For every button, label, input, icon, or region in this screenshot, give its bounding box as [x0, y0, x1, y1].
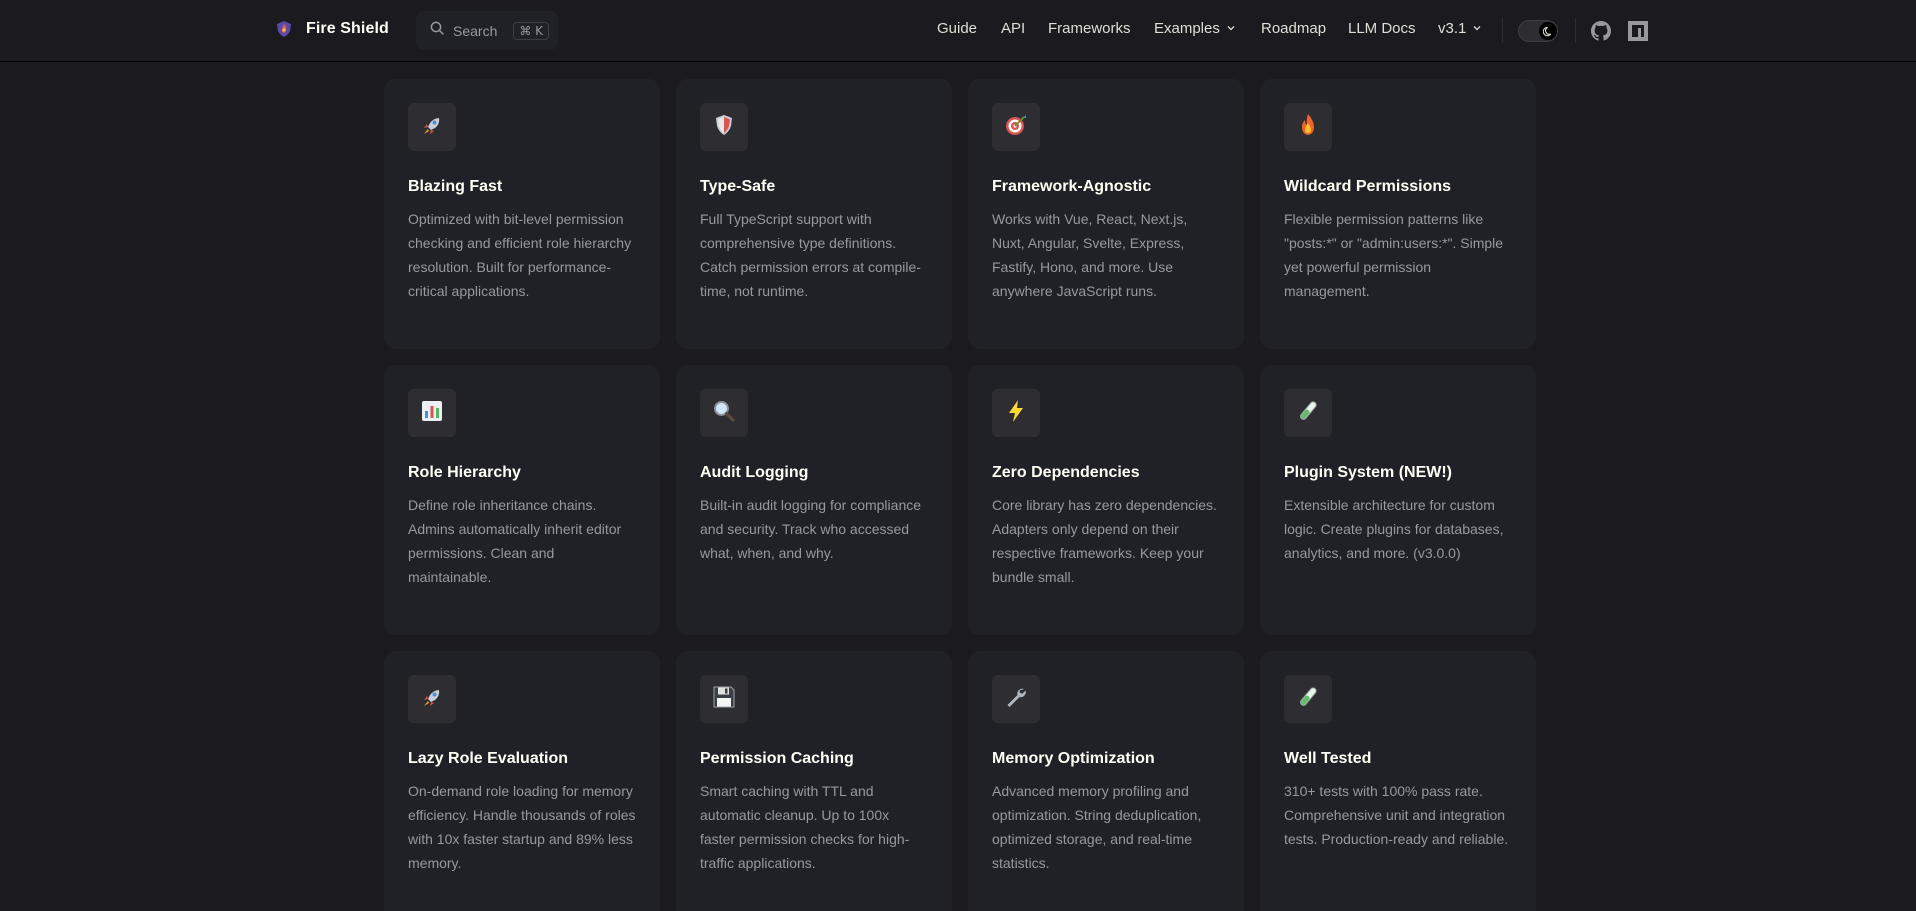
theme-toggle-switch[interactable] [1518, 20, 1558, 42]
nav-link-roadmap[interactable]: Roadmap [1261, 20, 1326, 37]
nav-divider [1575, 18, 1576, 43]
feature-card[interactable]: Plugin System (NEW!) Extensible architec… [1260, 365, 1536, 635]
search-label: Search [453, 22, 498, 39]
bar-chart-icon [419, 398, 445, 429]
feature-icon-box [992, 389, 1040, 437]
test-tube-icon [1295, 398, 1321, 429]
feature-card[interactable]: Wildcard Permissions Flexible permission… [1260, 79, 1536, 349]
feature-title: Well Tested [1284, 750, 1372, 767]
feature-title: Permission Caching [700, 750, 854, 767]
feature-description: Works with Vue, React, Next.js, Nuxt, An… [992, 211, 1188, 299]
feature-title: Role Hierarchy [408, 464, 521, 481]
nav-version-label: v3.1 [1438, 20, 1467, 37]
feature-card[interactable]: Memory Optimization Advanced memory prof… [968, 651, 1244, 911]
feature-title: Memory Optimization [992, 750, 1155, 767]
rocket-icon [419, 684, 445, 715]
feature-title: Plugin System (NEW!) [1284, 464, 1453, 481]
nav-link-guide[interactable]: Guide [937, 20, 977, 37]
feature-description: Smart caching with TTL and automatic cle… [700, 783, 910, 871]
feature-icon-box [408, 389, 456, 437]
feature-icon-box [992, 103, 1040, 151]
feature-card[interactable]: Role Hierarchy Define role inheritance c… [384, 365, 660, 635]
feature-card[interactable]: Lazy Role Evaluation On-demand role load… [384, 651, 660, 911]
feature-description: On-demand role loading for memory effici… [408, 783, 636, 871]
shield-icon [711, 112, 737, 143]
feature-description: Extensible architecture for custom logic… [1284, 497, 1504, 561]
fire-icon [1295, 112, 1321, 143]
search-shortcut-hint: ⌘ K [513, 21, 550, 40]
moon-icon [1539, 22, 1557, 40]
feature-description: 310+ tests with 100% pass rate. Comprehe… [1284, 783, 1509, 847]
top-navbar: Fire Shield Search ⌘ K Guide API Framewo… [0, 0, 1916, 62]
lightning-icon [1003, 398, 1029, 429]
feature-title: Zero Dependencies [992, 464, 1140, 481]
github-icon[interactable] [1589, 19, 1613, 43]
feature-title: Framework-Agnostic [992, 178, 1152, 195]
feature-description: Core library has zero dependencies. Adap… [992, 497, 1217, 585]
nav-link-frameworks[interactable]: Frameworks [1048, 20, 1131, 37]
page: Fire Shield Search ⌘ K Guide API Framewo… [0, 0, 1916, 911]
feature-description: Flexible permission patterns like "posts… [1284, 211, 1504, 299]
nav-examples-label: Examples [1154, 20, 1220, 37]
nav-dropdown-examples[interactable]: Examples [1154, 20, 1236, 37]
nav-link-api[interactable]: API [1001, 20, 1025, 37]
search-icon [430, 21, 444, 40]
feature-description: Optimized with bit-level permission chec… [408, 211, 632, 299]
feature-icon-box [700, 103, 748, 151]
npm-icon[interactable] [1626, 19, 1650, 43]
feature-card[interactable]: Well Tested 310+ tests with 100% pass ra… [1260, 651, 1536, 911]
feature-title: Lazy Role Evaluation [408, 750, 569, 767]
feature-card[interactable]: Framework-Agnostic Works with Vue, React… [968, 79, 1244, 349]
magnifier-icon [711, 398, 737, 429]
feature-title: Wildcard Permissions [1284, 178, 1452, 195]
rocket-icon [419, 112, 445, 143]
feature-card[interactable]: Zero Dependencies Core library has zero … [968, 365, 1244, 635]
feature-icon-box [700, 675, 748, 723]
brand-title: Fire Shield [306, 20, 389, 37]
nav-link-llm-docs[interactable]: LLM Docs [1348, 20, 1416, 37]
feature-card[interactable]: Blazing Fast Optimized with bit-level pe… [384, 79, 660, 349]
feature-icon-box [1284, 389, 1332, 437]
feature-icon-box [408, 103, 456, 151]
feature-title: Type-Safe [700, 178, 776, 195]
feature-title: Audit Logging [700, 464, 809, 481]
chevron-down-icon [1472, 20, 1482, 37]
feature-icon-box [408, 675, 456, 723]
feature-title: Blazing Fast [408, 178, 503, 195]
test-tube-icon [1295, 684, 1321, 715]
feature-description: Advanced memory profiling and optimizati… [992, 783, 1202, 871]
feature-description: Full TypeScript support with comprehensi… [700, 211, 921, 299]
target-icon [1003, 112, 1029, 143]
feature-description: Define role inheritance chains. Admins a… [408, 497, 622, 585]
wrench-icon [1003, 684, 1029, 715]
chevron-down-icon [1226, 20, 1236, 37]
fire-shield-logo-icon [274, 19, 294, 39]
nav-divider [1502, 18, 1503, 43]
feature-icon-box [1284, 675, 1332, 723]
floppy-disk-icon [711, 684, 737, 715]
search-button[interactable]: Search ⌘ K [416, 11, 558, 50]
feature-description: Built-in audit logging for compliance an… [700, 497, 922, 561]
feature-icon-box [992, 675, 1040, 723]
feature-card[interactable]: Permission Caching Smart caching with TT… [676, 651, 952, 911]
feature-icon-box [1284, 103, 1332, 151]
brand-home-link[interactable]: Fire Shield [274, 19, 389, 39]
feature-card[interactable]: Audit Logging Built-in audit logging for… [676, 365, 952, 635]
feature-icon-box [700, 389, 748, 437]
feature-card[interactable]: Type-Safe Full TypeScript support with c… [676, 79, 952, 349]
nav-dropdown-version[interactable]: v3.1 [1438, 20, 1482, 37]
